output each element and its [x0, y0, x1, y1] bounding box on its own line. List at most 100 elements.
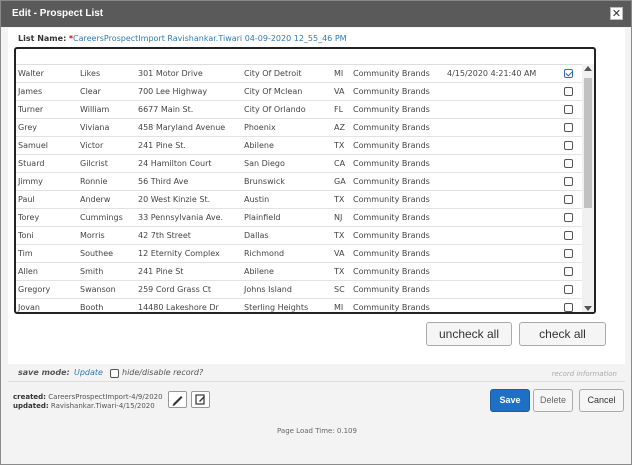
row-checkbox[interactable]: [564, 123, 573, 132]
cell-select: [562, 244, 582, 263]
cell-date: [445, 82, 562, 101]
edit-note-icon[interactable]: [191, 391, 210, 408]
check-all-button[interactable]: check all: [519, 322, 606, 346]
cell-city: Sterling Heights: [242, 298, 332, 312]
cell-select: [562, 154, 582, 173]
cell-city: City Of Mclean: [242, 82, 332, 101]
cell-last: Swanson: [78, 280, 136, 299]
list-name-label: List Name:: [18, 34, 67, 43]
cell-last: Anderw: [78, 190, 136, 209]
scroll-thumb[interactable]: [584, 78, 592, 208]
cell-address: 56 Third Ave: [136, 172, 242, 191]
cell-first: Grey: [16, 118, 78, 137]
cell-select: [562, 280, 582, 299]
scroll-down-icon[interactable]: [584, 306, 592, 311]
row-checkbox[interactable]: [564, 249, 573, 258]
cell-company: Community Brands: [351, 262, 445, 281]
cell-first: Jovan: [16, 298, 78, 312]
cell-city: Austin: [242, 190, 332, 209]
cell-state: VA: [332, 82, 351, 101]
record-information-link[interactable]: record information: [552, 370, 617, 378]
cell-select: [562, 65, 582, 83]
cell-last: Victor: [78, 136, 136, 155]
row-checkbox[interactable]: [564, 69, 573, 78]
row-checkbox[interactable]: [564, 231, 573, 240]
close-icon[interactable]: ✕: [610, 7, 623, 20]
hide-record-checkbox[interactable]: [110, 369, 119, 378]
cell-first: Allen: [16, 262, 78, 281]
grid-header: [16, 49, 594, 65]
cell-date: [445, 280, 562, 299]
row-checkbox[interactable]: [564, 285, 573, 294]
updated-value: Ravishankar.Tiwari-4/15/2020: [50, 402, 155, 410]
cell-last: Likes: [78, 65, 136, 83]
table-row: Samuel Victor 241 Pine St. Abilene TX Communi…: [16, 136, 582, 155]
cell-select: [562, 226, 582, 245]
table-row: Torey Cummings 33 Pennsylvania Ave. Plainfi…: [16, 208, 582, 227]
cell-address: 241 Pine St: [136, 262, 242, 281]
cell-company: Community Brands: [351, 118, 445, 137]
cancel-button[interactable]: Cancel: [579, 389, 624, 412]
cell-address: 6677 Main St.: [136, 100, 242, 119]
cell-state: FL: [332, 100, 351, 119]
row-checkbox[interactable]: [564, 177, 573, 186]
table-row: Turner William 6677 Main St. City Of Orland…: [16, 100, 582, 119]
row-checkbox[interactable]: [564, 105, 573, 114]
cell-address: 12 Eternity Complex: [136, 244, 242, 263]
cell-last: William: [78, 100, 136, 119]
cell-date: [445, 190, 562, 209]
cell-city: Dallas: [242, 226, 332, 245]
cell-select: [562, 118, 582, 137]
row-checkbox[interactable]: [564, 303, 573, 312]
cell-last: Southee: [78, 244, 136, 263]
cell-company: Community Brands: [351, 208, 445, 227]
cell-first: Samuel: [16, 136, 78, 155]
row-checkbox[interactable]: [564, 213, 573, 222]
cell-select: [562, 262, 582, 281]
row-checkbox[interactable]: [564, 87, 573, 96]
cell-first: Turner: [16, 100, 78, 119]
save-mode-bar: save mode: Update hide/disable record? r…: [8, 365, 625, 381]
cell-first: Tim: [16, 244, 78, 263]
hide-record-label: hide/disable record?: [122, 368, 204, 377]
delete-button[interactable]: Delete: [533, 389, 573, 412]
cell-company: Community Brands: [351, 226, 445, 245]
row-checkbox[interactable]: [564, 267, 573, 276]
row-checkbox[interactable]: [564, 195, 573, 204]
row-checkbox[interactable]: [564, 141, 573, 150]
prospect-grid: Walter Likes 301 Motor Drive City Of Detroi…: [14, 47, 596, 314]
uncheck-all-button[interactable]: uncheck all: [426, 322, 512, 346]
cell-date: [445, 154, 562, 173]
cell-state: TX: [332, 190, 351, 209]
cell-last: Clear: [78, 82, 136, 101]
cell-first: Torey: [16, 208, 78, 227]
cell-last: Smith: [78, 262, 136, 281]
save-mode-label: save mode:: [18, 368, 70, 377]
pencil-icon[interactable]: [168, 391, 187, 408]
cell-first: Paul: [16, 190, 78, 209]
cell-date: [445, 244, 562, 263]
page-load-time: Page Load Time: 0.109: [277, 427, 357, 435]
cell-last: Booth: [78, 298, 136, 312]
cell-select: [562, 82, 582, 101]
cell-address: 700 Lee Highway: [136, 82, 242, 101]
list-name-value[interactable]: CareersProspectImport Ravishankar.Tiwari…: [73, 34, 347, 43]
scroll-up-icon[interactable]: [584, 66, 592, 71]
table-row: Walter Likes 301 Motor Drive City Of Detroi…: [16, 65, 582, 83]
row-checkbox[interactable]: [564, 159, 573, 168]
cell-last: Viviana: [78, 118, 136, 137]
cell-company: Community Brands: [351, 172, 445, 191]
save-mode-value[interactable]: Update: [74, 368, 103, 377]
dialog-titlebar: Edit - Prospect List ✕: [1, 1, 631, 27]
save-button[interactable]: Save: [490, 389, 530, 412]
cell-first: Toni: [16, 226, 78, 245]
record-meta: created: CareersProspectImport-4/9/2020 …: [13, 393, 163, 411]
cell-city: Plainfield: [242, 208, 332, 227]
cell-last: Cummings: [78, 208, 136, 227]
dialog-title: Edit - Prospect List: [12, 8, 104, 19]
cell-company: Community Brands: [351, 136, 445, 155]
grid-scrollbar[interactable]: [582, 64, 594, 312]
cell-first: James: [16, 82, 78, 101]
cell-first: Gregory: [16, 280, 78, 299]
cell-city: Johns Island: [242, 280, 332, 299]
